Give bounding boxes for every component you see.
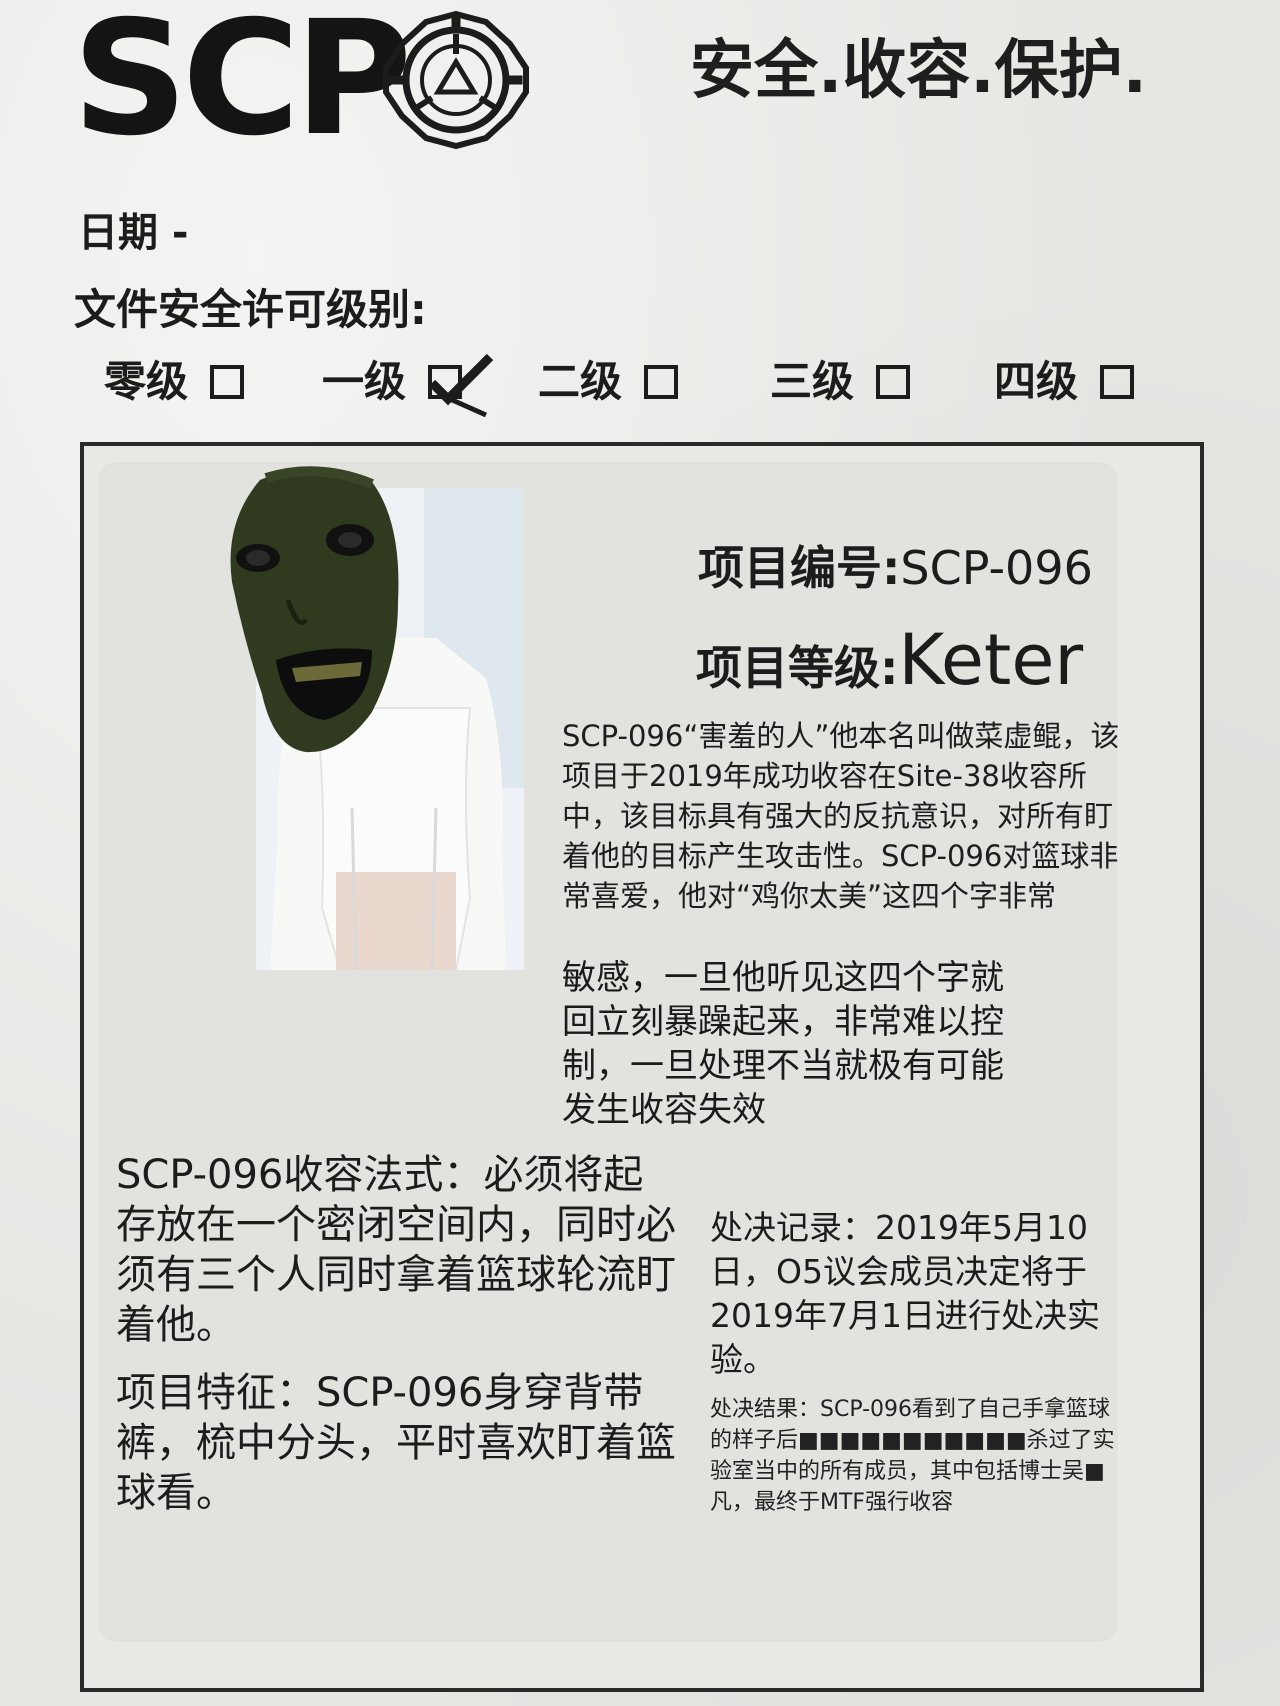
level-label: 三级 [770,357,855,406]
level-option-3[interactable]: 三级 [770,354,911,410]
item-class-label: 项目等级: [696,641,899,695]
item-description: SCP-096“害羞的人”他本名叫做菜虚鲲，该项目于2019年成功收容在Site… [562,719,1120,913]
item-number-label: 项目编号: [698,541,901,595]
checkbox-icon[interactable] [644,365,679,399]
clearance-level-options: 零级 一级 二级 三级 四级 [0,353,1280,418]
checkbox-icon[interactable] [428,353,494,418]
item-number-value: SCP-096 [900,541,1093,595]
level-label: 零级 [104,357,189,406]
clearance-label: 文件安全许可级别: [74,285,427,334]
item-number-field: 项目编号:SCP-096 [698,536,1093,600]
item-class-field: 项目等级:Keter [696,620,1083,708]
scp-logo-text: SCP [72,0,412,171]
execution-result: 处决结果：SCP-096看到了自己手拿篮球的样子后■■■■■■■■■■■杀过了实… [710,1397,1115,1515]
item-description-continued: 敏感，一旦他听见这四个字就回立刻暴躁起来，非常难以控制，一旦处理不当就极有可能发… [562,958,1004,1130]
motto-heading: 安全.收容.保护. [690,34,1147,108]
level-option-1[interactable]: 一级 [322,353,494,418]
execution-record: 处决记录：2019年5月10日，O5议会成员决定将于2019年7月1日进行处决实… [710,1208,1100,1379]
document-page: SCP 安全.收容.保护. 日期 - 文件安全许可级别: 零级 一级 二级 三级… [0,0,1280,1706]
check-mark-icon [428,353,494,418]
level-option-2[interactable]: 二级 [538,354,679,410]
item-features: 项目特征：SCP-096身穿背带裤，梳中分头，平时喜欢盯着篮球看。 [116,1370,676,1516]
date-field-label: 日期 - [78,210,189,256]
scp-seal-icon [383,10,529,150]
level-option-0[interactable]: 零级 [104,354,245,410]
subject-face-image [230,466,399,753]
level-option-4[interactable]: 四级 [994,354,1135,410]
checkbox-icon[interactable] [1100,365,1135,399]
item-class-value: Keter [898,619,1084,701]
checkbox-icon[interactable] [210,365,245,399]
level-label: 一级 [322,357,407,406]
level-label: 四级 [994,357,1079,406]
level-label: 二级 [538,357,623,406]
containment-procedures: SCP-096收容法式：必须将起存放在一个密闭空间内，同时必须有三个人同时拿着篮… [116,1152,676,1348]
checkbox-icon[interactable] [876,365,911,399]
